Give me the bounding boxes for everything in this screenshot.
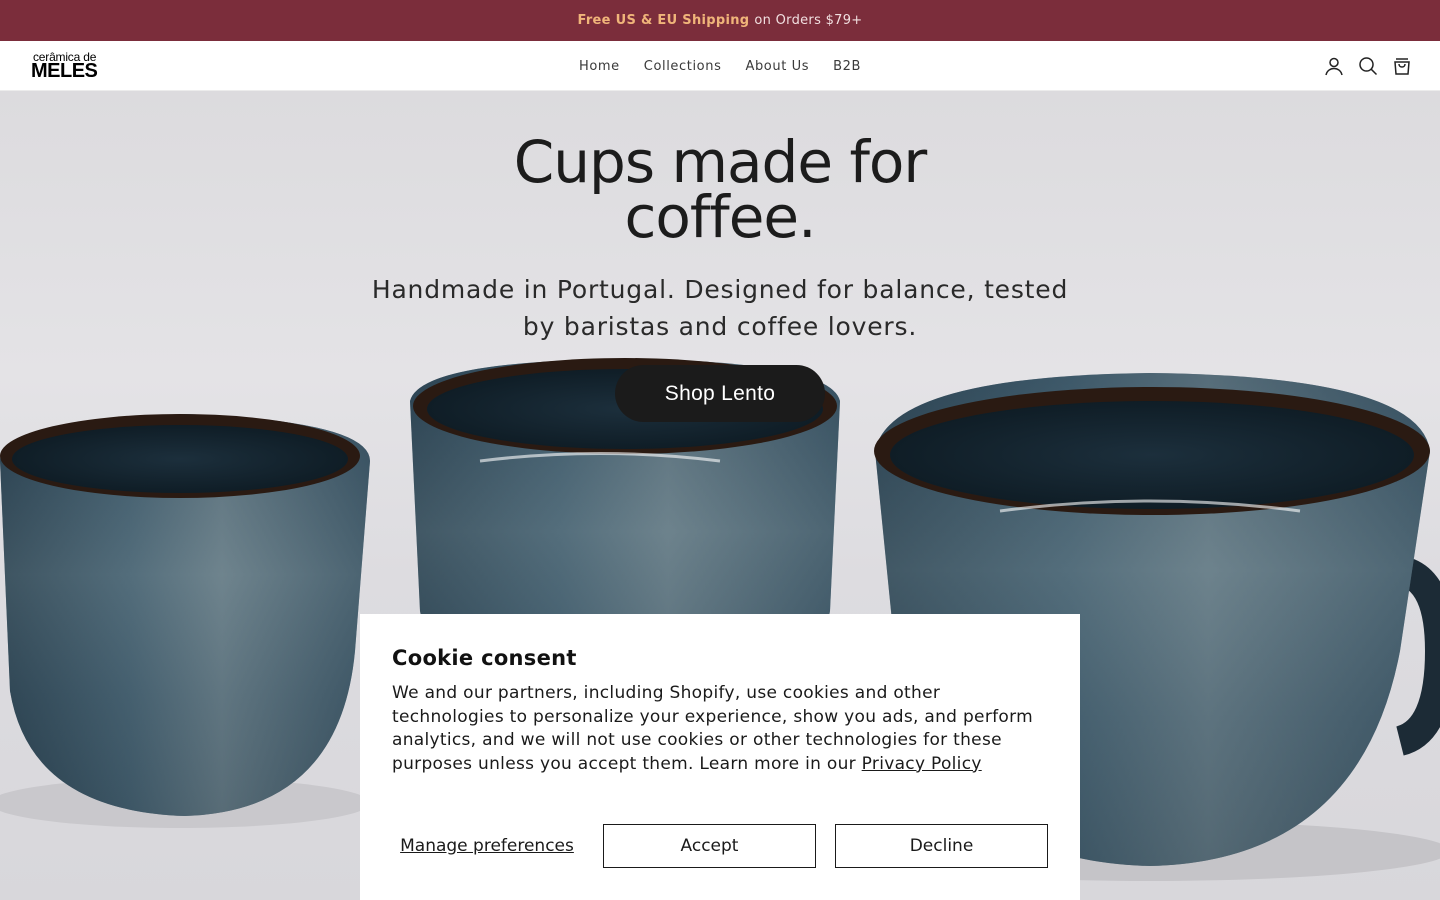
search-icon[interactable] [1358, 56, 1378, 76]
account-icon[interactable] [1324, 56, 1344, 76]
announcement-bar: Free US & EU Shipping on Orders $79+ [0, 0, 1440, 41]
shop-lento-button[interactable]: Shop Lento [615, 365, 825, 422]
main-nav: Home Collections About Us B2B [0, 41, 1440, 91]
nav-about-us[interactable]: About Us [745, 59, 809, 74]
cookie-consent-dialog: Cookie consent We and our partners, incl… [360, 614, 1080, 900]
hero-subtitle-line2: by baristas and coffee lovers. [522, 312, 918, 341]
nav-home[interactable]: Home [579, 59, 620, 74]
cart-icon[interactable] [1392, 56, 1412, 76]
decline-button[interactable]: Decline [835, 824, 1048, 868]
hero-title-line2: coffee. [624, 183, 816, 251]
nav-b2b[interactable]: B2B [833, 59, 861, 74]
nav-collections[interactable]: Collections [644, 59, 722, 74]
logo-main-text: MELES [31, 60, 98, 82]
announcement-text: on Orders $79+ [754, 13, 863, 28]
privacy-policy-link[interactable]: Privacy Policy [862, 754, 982, 774]
hero-subtitle: Handmade in Portugal. Designed for balan… [340, 271, 1100, 345]
manage-preferences-button[interactable]: Manage preferences [392, 824, 582, 868]
site-header: cerâmica de MELES Home Collections About… [0, 41, 1440, 91]
logo[interactable]: cerâmica de MELES [31, 50, 111, 82]
cookie-title: Cookie consent [392, 646, 577, 670]
accept-button[interactable]: Accept [603, 824, 816, 868]
header-icons [1324, 56, 1412, 76]
announcement-highlight: Free US & EU Shipping [577, 13, 750, 28]
cookie-body: We and our partners, including Shopify, … [392, 682, 1052, 776]
hero-title: Cups made for coffee. [0, 128, 1440, 251]
hero-title-line1: Cups made for [513, 128, 927, 196]
hero-subtitle-line1: Handmade in Portugal. Designed for balan… [371, 275, 1069, 304]
